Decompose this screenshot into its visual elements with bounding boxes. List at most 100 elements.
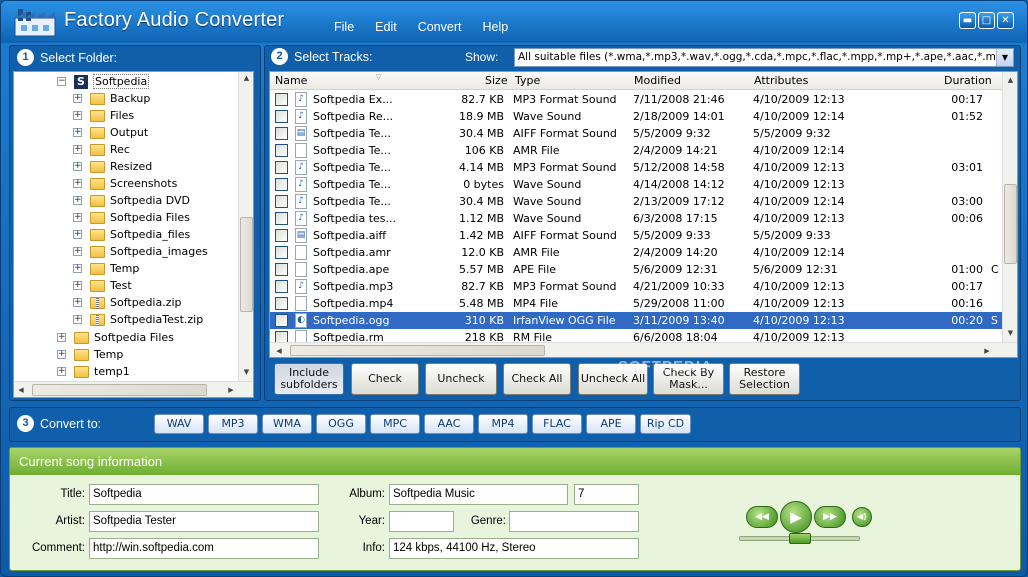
table-row[interactable]: Softpedia.amr 12.0 KB AMR File 2/4/2009 … [270, 244, 1003, 261]
tree-horizontal-scrollbar[interactable]: ◀ ▶ [14, 381, 253, 397]
album-field[interactable]: Softpedia Music [389, 484, 568, 505]
scroll-down-icon[interactable]: ▼ [239, 368, 253, 376]
scroll-left-icon[interactable]: ◀ [16, 386, 26, 394]
convert-format-button[interactable]: Rip CD [640, 414, 691, 434]
expand-icon[interactable]: + [73, 247, 82, 256]
expand-icon[interactable]: + [73, 196, 82, 205]
tree-folder[interactable]: + Softpedia.zip [73, 294, 182, 311]
scroll-up-icon[interactable]: ▲ [239, 74, 253, 82]
tracks-scroll-thumb[interactable] [1004, 184, 1017, 264]
convert-format-button[interactable]: WMA [262, 414, 312, 434]
tree-root[interactable]: − S Softpedia [57, 73, 150, 90]
scroll-right-icon[interactable]: ▶ [226, 386, 236, 394]
tree-folder[interactable]: + Backup [73, 90, 150, 107]
table-row[interactable]: ♪ Softpedia Te... 0 bytes Wave Sound 4/1… [270, 176, 1003, 193]
scroll-right-icon[interactable]: ▶ [982, 347, 992, 355]
menu-convert[interactable]: Convert [418, 20, 462, 34]
tree-folder[interactable]: + Softpedia_files [73, 226, 190, 243]
scroll-left-icon[interactable]: ◀ [274, 347, 284, 355]
convert-format-button[interactable]: APE [586, 414, 636, 434]
tree-folder[interactable]: + Screenshots [73, 175, 177, 192]
convert-format-button[interactable]: MP3 [208, 414, 258, 434]
folder-tree[interactable]: − S Softpedia + Backup + Files + Output … [13, 71, 254, 398]
expand-icon[interactable]: + [73, 145, 82, 154]
track-checkbox[interactable] [275, 93, 288, 106]
collapse-icon[interactable]: − [57, 77, 66, 86]
tree-folder[interactable]: + Softpedia Files [73, 209, 190, 226]
table-row[interactable]: ♪ Softpedia.mp3 82.7 KB MP3 Format Sound… [270, 278, 1003, 295]
track-action-button[interactable]: Check [351, 363, 419, 395]
tracks-hscroll-thumb[interactable] [290, 345, 545, 356]
tree-folder[interactable]: + Temp [57, 346, 123, 363]
volume-button[interactable]: ◀) [852, 507, 872, 527]
table-row[interactable]: ♪ Softpedia Te... 30.4 MB Wave Sound 2/1… [270, 193, 1003, 210]
column-name[interactable]: Name [275, 74, 307, 87]
tracks-vertical-scrollbar[interactable]: ▲ ▼ [1002, 72, 1017, 342]
scroll-down-icon[interactable]: ▼ [1003, 329, 1017, 337]
tree-folder[interactable]: + Temp [73, 260, 139, 277]
tree-folder[interactable]: + SoftpediaTest.zip [73, 311, 203, 328]
table-row[interactable]: Softpedia.mp4 5.48 MB MP4 File 5/29/2008… [270, 295, 1003, 312]
expand-icon[interactable]: + [73, 264, 82, 273]
title-bar[interactable]: Factory Audio Converter File Edit Conver… [1, 1, 1027, 43]
track-number-field[interactable]: 7 [574, 484, 639, 505]
table-row[interactable]: ▤ Softpedia.aiff 1.42 MB AIFF Format Sou… [270, 227, 1003, 244]
expand-icon[interactable]: + [73, 111, 82, 120]
next-track-button[interactable]: ▶▶ [814, 506, 846, 528]
track-checkbox[interactable] [275, 263, 288, 276]
convert-format-button[interactable]: FLAC [532, 414, 582, 434]
track-checkbox[interactable] [275, 161, 288, 174]
seek-slider-thumb[interactable] [789, 533, 811, 544]
previous-track-button[interactable]: ◀◀ [746, 506, 778, 528]
scroll-up-icon[interactable]: ▲ [1003, 76, 1017, 84]
table-row[interactable]: Softpedia.ape 5.57 MB APE File 5/6/2009 … [270, 261, 1003, 278]
table-row[interactable]: ♪ Softpedia tes... 1.12 MB Wave Sound 6/… [270, 210, 1003, 227]
expand-icon[interactable]: + [73, 315, 82, 324]
tracks-horizontal-scrollbar[interactable]: ◀ ▶ [270, 342, 1017, 357]
maximize-button[interactable]: □ [978, 12, 995, 29]
menu-edit[interactable]: Edit [375, 20, 397, 34]
play-button[interactable]: ▶ [780, 501, 812, 533]
track-checkbox[interactable] [275, 246, 288, 259]
table-row[interactable]: ♪ Softpedia Re... 18.9 MB Wave Sound 2/1… [270, 108, 1003, 125]
convert-format-button[interactable]: WAV [154, 414, 204, 434]
tree-scroll-thumb[interactable] [240, 217, 253, 312]
track-action-button[interactable]: Check All [503, 363, 571, 395]
track-checkbox[interactable] [275, 314, 288, 327]
tree-folder[interactable]: + Resized [73, 158, 152, 175]
title-field[interactable]: Softpedia [89, 484, 319, 505]
menu-help[interactable]: Help [482, 20, 508, 34]
minimize-button[interactable]: ▬ [959, 12, 976, 29]
track-checkbox[interactable] [275, 212, 288, 225]
tree-folder[interactable]: + Rec [73, 141, 130, 158]
close-button[interactable]: ✕ [997, 12, 1014, 29]
convert-format-button[interactable]: OGG [316, 414, 366, 434]
tree-folder[interactable]: + Test [73, 277, 132, 294]
column-attributes[interactable]: Attributes [754, 74, 808, 87]
track-checkbox[interactable] [275, 144, 288, 157]
table-row[interactable]: ◐ Softpedia.ogg 310 KB IrfanView OGG Fil… [270, 312, 1003, 329]
convert-format-button[interactable]: AAC [424, 414, 474, 434]
column-size[interactable]: Size [485, 74, 508, 87]
tree-folder[interactable]: + Output [73, 124, 148, 141]
table-row[interactable]: ▤ Softpedia Te... 30.4 MB AIFF Format So… [270, 125, 1003, 142]
table-row[interactable]: ♪ Softpedia Ex... 82.7 KB MP3 Format Sou… [270, 91, 1003, 108]
convert-format-button[interactable]: MPC [370, 414, 420, 434]
track-action-button[interactable]: Include subfolders [274, 363, 344, 395]
column-duration[interactable]: Duration [944, 74, 992, 87]
column-type[interactable]: Type [515, 74, 540, 87]
expand-icon[interactable]: + [73, 230, 82, 239]
expand-icon[interactable]: + [73, 298, 82, 307]
tree-folder[interactable]: + Softpedia Files [57, 329, 174, 346]
track-action-button[interactable]: Uncheck [425, 363, 497, 395]
tree-folder[interactable]: + Softpedia_images [73, 243, 208, 260]
track-checkbox[interactable] [275, 178, 288, 191]
comment-field[interactable]: http://win.softpedia.com [89, 538, 319, 559]
expand-icon[interactable]: + [57, 367, 66, 376]
track-checkbox[interactable] [275, 297, 288, 310]
convert-format-button[interactable]: MP4 [478, 414, 528, 434]
track-checkbox[interactable] [275, 127, 288, 140]
expand-icon[interactable]: + [73, 162, 82, 171]
column-modified[interactable]: Modified [634, 74, 681, 87]
track-action-button[interactable]: Restore Selection [729, 363, 800, 395]
